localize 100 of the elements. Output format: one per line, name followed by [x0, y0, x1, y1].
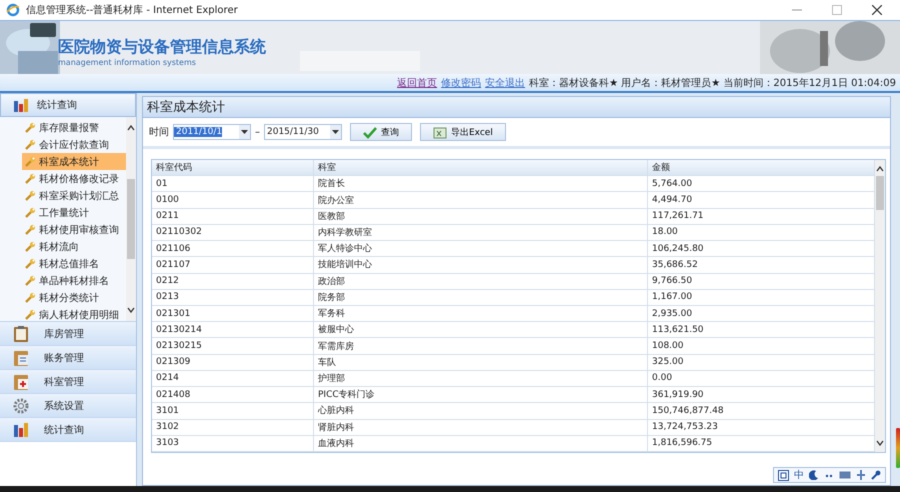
table-cell: 02130215 [152, 338, 314, 354]
panel-title: 科室成本统计 [143, 97, 890, 118]
table-cell: 军人特诊中心 [314, 241, 648, 256]
table-cell: 车队 [314, 354, 648, 370]
export-button[interactable]: 导出Excel [420, 123, 506, 141]
sidebar-header[interactable]: 统计查询 [0, 93, 136, 117]
menu-item[interactable]: 耗材分类统计 [22, 289, 126, 306]
check-icon [363, 126, 377, 138]
browser-icon [6, 3, 20, 17]
wrench-icon [24, 258, 36, 270]
system-title: 医院物资与设备管理信息系统 [58, 37, 266, 58]
table-cell: 021301 [152, 306, 314, 322]
menu-group[interactable]: 库房管理 [0, 322, 136, 346]
close-icon [872, 5, 882, 15]
wrench-icon [24, 172, 36, 184]
table-cell: 02110302 [152, 224, 314, 240]
wrench-icon [871, 470, 881, 480]
table-cell: 内科学教研室 [314, 224, 648, 240]
nav-link[interactable]: 返回首页 [397, 76, 438, 90]
spreadsheet-icon [433, 126, 447, 138]
menu-item[interactable]: 会计应付款查询 [22, 136, 126, 153]
menu-item[interactable]: 耗材价格修改记录 [22, 170, 126, 187]
table-cell: 技能培训中心 [314, 257, 648, 273]
table-cell: 院务部 [314, 290, 648, 305]
wrench-icon [24, 206, 36, 218]
table-cell: 被服中心 [314, 322, 648, 338]
wrench-icon [24, 156, 36, 168]
scroll-up-icon [127, 125, 135, 131]
dropdown-icon [241, 130, 248, 134]
menu-item[interactable]: 病人耗材使用明细 [22, 306, 126, 321]
wrench-icon [24, 224, 36, 236]
wrench-icon [24, 292, 36, 304]
wrench-icon [24, 138, 36, 150]
input-mode[interactable]: 中 [794, 468, 804, 482]
table-cell: 军务科 [314, 306, 648, 322]
scrollbar-thumb[interactable] [876, 176, 884, 210]
bar-chart-icon [12, 420, 30, 438]
field-label: 时间 [149, 126, 169, 139]
clipboard-icon [12, 324, 30, 342]
date-separator: – [255, 126, 260, 138]
menu-item[interactable]: 科室采购计划汇总 [22, 187, 126, 204]
table-cell: 心脏内科 [314, 403, 648, 418]
menu-group[interactable]: 科室管理 [0, 370, 136, 394]
scrollbar[interactable] [875, 160, 885, 452]
table-cell: 医教部 [314, 208, 648, 224]
table-cell: 021408 [152, 387, 314, 402]
menu-item[interactable]: 科室成本统计 [22, 153, 126, 170]
table-cell: 血液内科 [314, 436, 648, 451]
window-title: 信息管理系统--普通耗材库 - Internet Explorer [26, 4, 238, 17]
table-cell: 0100 [152, 192, 314, 208]
table-cell: 0211 [152, 208, 314, 224]
table-cell: 院首长 [314, 176, 648, 192]
menu-item[interactable]: 耗材总值排名 [22, 255, 126, 272]
menu-item[interactable]: 库存限量报警 [22, 119, 126, 136]
table-cell: 3103 [152, 436, 314, 451]
table-cell: 政治部 [314, 274, 648, 289]
scroll-up-icon [876, 166, 884, 172]
table-cell: 军需库房 [314, 338, 648, 354]
menu-group[interactable]: 统计查询 [0, 418, 136, 442]
scrollbar-thumb[interactable] [127, 179, 135, 259]
wrench-icon [24, 190, 36, 202]
table-cell: 院办公室 [314, 192, 648, 208]
medical-clipboard-icon [12, 372, 30, 390]
table-cell: 肾脏内科 [314, 420, 648, 435]
user-status: 科室：器材设备科★ 用户名：耗材管理员★ 当前时间：2015年12月1日 01:04:09 [529, 76, 896, 90]
moon-icon [809, 470, 819, 480]
gear-icon [12, 396, 30, 414]
scroll-down-icon [127, 307, 135, 313]
table-cell: 3102 [152, 420, 314, 435]
menu-item[interactable]: 单品种耗材排名 [22, 272, 126, 289]
nav-link[interactable]: 修改密码 [441, 76, 482, 90]
wrench-icon [24, 240, 36, 252]
menu-group[interactable]: 系统设置 [0, 394, 136, 418]
menu-group[interactable]: 账务管理 [0, 346, 136, 370]
table-cell: 0214 [152, 370, 314, 386]
system-subtitle: management information systems [58, 58, 197, 67]
menu-item[interactable]: 工作量统计 [22, 204, 126, 221]
date-field[interactable]: 2011/10/1 [173, 124, 251, 140]
scroll-down-icon [876, 440, 884, 446]
maximize-icon [832, 5, 842, 15]
query-button[interactable]: 查询 [350, 123, 412, 141]
bar-chart-icon [13, 98, 29, 112]
menu-item[interactable]: 耗材流向 [22, 238, 126, 255]
menu-item[interactable]: 耗材使用审核查询 [22, 221, 126, 238]
table-cell: 021107 [152, 257, 314, 273]
table-cell: 01 [152, 176, 314, 192]
ledger-icon [12, 348, 30, 366]
scrollbar[interactable] [126, 117, 136, 321]
table-cell: 3101 [152, 403, 314, 418]
table-cell: 021309 [152, 354, 314, 370]
table-cell: 02130214 [152, 322, 314, 338]
table-cell: 护理部 [314, 370, 648, 386]
dropdown-icon [332, 130, 339, 134]
table-cell: PICC专科门诊 [314, 387, 648, 402]
wrench-icon [24, 274, 36, 286]
date-field[interactable]: 2015/11/30 [264, 124, 342, 140]
column-header[interactable]: 科室 [314, 160, 648, 176]
table-cell: 0212 [152, 274, 314, 289]
nav-link[interactable]: 安全退出 [485, 76, 526, 90]
column-header[interactable]: 科室代码 [152, 160, 314, 176]
